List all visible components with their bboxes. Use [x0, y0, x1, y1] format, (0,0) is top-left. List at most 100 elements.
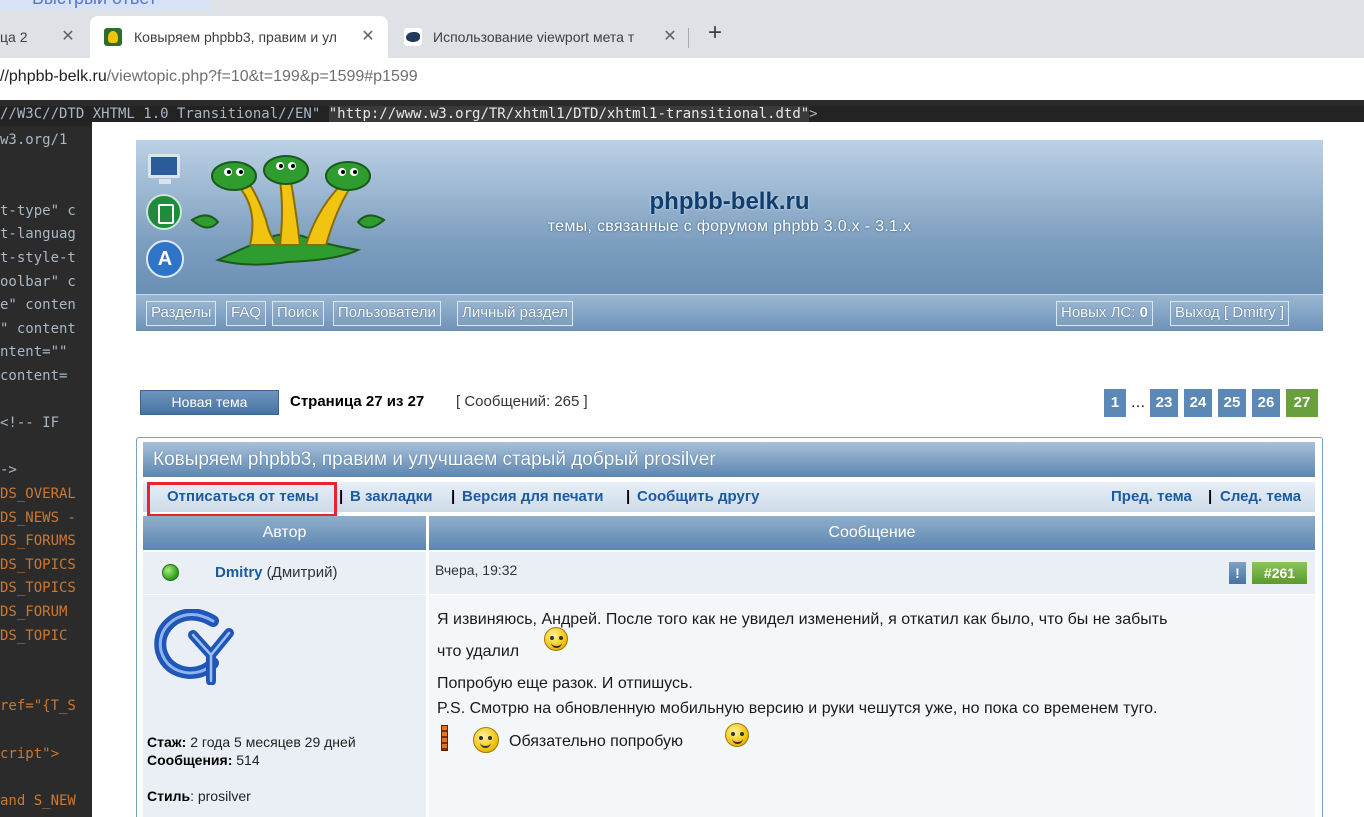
close-icon[interactable]: ✕	[360, 29, 376, 45]
tab-bar: ца 2 ✕ Ковыряем phpbb3, правим и ул ✕ Ис…	[0, 10, 1364, 58]
bookmark-strip: Быстрый ответ	[0, 0, 1364, 10]
page-link-23[interactable]: 23	[1150, 389, 1178, 417]
nav-forums[interactable]: Разделы	[146, 301, 217, 326]
source-line: e" conten	[0, 297, 76, 314]
nav-faq[interactable]: FAQ	[226, 301, 267, 326]
post-number-link[interactable]: #261	[1252, 562, 1307, 584]
source-line: w3.org/1	[0, 132, 68, 148]
tongue-smiley-icon	[473, 727, 499, 753]
page-current: 27	[365, 393, 383, 410]
smiley-icon	[544, 627, 568, 651]
pm-label: Новых ЛС:	[1061, 304, 1140, 321]
post-line-2: что удалил	[437, 643, 520, 660]
tab-title: ца 2	[0, 29, 28, 45]
online-status-icon	[162, 564, 179, 581]
page-link-26[interactable]: 26	[1252, 389, 1280, 417]
prev-topic-link[interactable]: Пред. тема	[1111, 488, 1192, 505]
topic-box: Ковыряем phpbb3, правим и улучшаем стары…	[136, 437, 1323, 817]
nav-bar: Разделы FAQ Поиск Пользователи Личный ра…	[136, 294, 1323, 331]
new-topic-button[interactable]: Новая тема	[140, 390, 279, 415]
tenure-label: Стаж:	[147, 734, 187, 750]
new-tab-button[interactable]: +	[703, 21, 727, 46]
page-link-25[interactable]: 25	[1218, 389, 1246, 417]
print-view-link[interactable]: Версия для печати	[462, 488, 603, 505]
page-ellipsis: …	[1130, 394, 1146, 411]
nav-search[interactable]: Поиск	[272, 301, 324, 326]
profile-tenure: Стаж: 2 года 5 месяцев 29 дней	[147, 734, 356, 750]
separator: |	[451, 488, 456, 505]
close-icon[interactable]: ✕	[662, 29, 678, 45]
quick-reply-text[interactable]: Быстрый ответ	[32, 0, 157, 9]
tab-page-2[interactable]: ца 2 ✕	[0, 16, 88, 58]
bird-favicon-icon	[404, 28, 422, 46]
topic-title[interactable]: Ковыряем phpbb3, правим и улучшаем стары…	[153, 449, 716, 471]
nav-members[interactable]: Пользователи	[333, 301, 441, 326]
column-author-header: Автор	[143, 516, 426, 550]
author-nick-link[interactable]: Dmitry	[215, 564, 263, 581]
message-count: [ Сообщений: 265 ]	[456, 393, 588, 410]
forum-page: A phpbb-belk.ru темы, связанные с форумо…	[92, 122, 1364, 817]
tab-separator	[688, 28, 689, 48]
progress-bar-icon	[441, 725, 448, 751]
site-header: A phpbb-belk.ru темы, связанные с форумо…	[136, 140, 1323, 331]
bookmark-link[interactable]: В закладки	[350, 488, 432, 505]
post-line-4: P.S. Смотрю на обновленную мобильную вер…	[437, 700, 1158, 717]
header-icons: A	[144, 152, 186, 282]
author-profile: Стаж: 2 года 5 месяцев 29 дней Сообщения…	[143, 595, 426, 817]
source-line: t-languag	[0, 226, 76, 243]
topic-controls: Новая тема Страница 27 из 27 [ Сообщений…	[140, 389, 1320, 417]
separator: |	[339, 488, 344, 505]
post-line-5: Обязательно попробую	[509, 733, 684, 750]
page-link-24[interactable]: 24	[1184, 389, 1212, 417]
next-topic-link[interactable]: След. тема	[1220, 488, 1301, 505]
post-body: Я извиняюсь, Андрей. После того как не у…	[429, 595, 1315, 817]
post-author-header: Dmitry (Дмитрий)	[143, 552, 426, 594]
profile-posts: Сообщения: 514	[147, 752, 260, 768]
page-info-mid: из	[382, 393, 408, 410]
topic-title-bar: Ковыряем phpbb3, правим и улучшаем стары…	[143, 442, 1315, 477]
nav-logout[interactable]: Выход [ Dmitry ]	[1170, 301, 1290, 326]
page-total: 27	[407, 393, 425, 410]
column-message-header: Сообщение	[429, 516, 1315, 550]
url-text[interactable]: //phpbb-belk.ru/viewtopic.php?f=10&t=199…	[0, 68, 418, 86]
avatar[interactable]	[153, 609, 237, 685]
posts-label: Сообщения:	[147, 752, 233, 768]
a-letter-icon[interactable]: A	[146, 240, 184, 278]
source-line: <!-- IF	[0, 415, 60, 432]
source-line: ntent=""	[0, 344, 68, 361]
author-real-name: (Дмитрий)	[262, 564, 338, 581]
source-line: DS_FORUM	[0, 604, 68, 620]
source-line: ref="{T_S	[0, 698, 76, 715]
tab-viewport-article[interactable]: Использование viewport мета т ✕	[390, 16, 690, 58]
pagination: 1 … 23 24 25 26 27	[1104, 389, 1320, 417]
source-line: cript">	[0, 745, 60, 762]
url-host: //phpbb-belk.ru	[0, 68, 107, 85]
site-title[interactable]: phpbb-belk.ru	[136, 188, 1323, 216]
post-line-1: Я извиняюсь, Андрей. После того как не у…	[437, 611, 1168, 628]
style-label: Стиль	[147, 788, 191, 804]
source-line: and S_NEW	[0, 792, 76, 809]
post-message-header: Вчера, 19:32 ! #261	[429, 552, 1315, 594]
post-date: Вчера, 19:32	[435, 562, 518, 578]
email-friend-link[interactable]: Сообщить другу	[637, 488, 759, 505]
source-line: DS_OVERAL	[0, 486, 76, 502]
posts-value: 514	[232, 752, 260, 768]
separator: |	[626, 488, 631, 505]
address-bar[interactable]: //phpbb-belk.ru/viewtopic.php?f=10&t=199…	[0, 58, 1364, 100]
thumbs-smiley-icon	[725, 723, 749, 747]
source-line: " content	[0, 320, 76, 337]
nav-private-messages[interactable]: Новых ЛС: 0	[1056, 301, 1153, 326]
close-icon[interactable]: ✕	[60, 29, 76, 45]
tab-active-topic[interactable]: Ковыряем phpbb3, правим и ул ✕	[90, 16, 388, 58]
source-line: t-style-t	[0, 250, 76, 266]
monitor-icon[interactable]	[148, 154, 180, 184]
nav-ucp[interactable]: Личный раздел	[457, 301, 574, 326]
source-line: DS_FORUMS	[0, 533, 76, 550]
source-line: content=	[0, 368, 68, 384]
page-link-1[interactable]: 1	[1104, 389, 1126, 417]
post-author: Dmitry (Дмитрий)	[215, 564, 338, 581]
page-info: Страница 27 из 27	[290, 393, 424, 410]
report-post-button[interactable]: !	[1229, 562, 1246, 584]
source-line: DS_NEWS -	[0, 509, 76, 526]
dragon-favicon-icon	[104, 28, 122, 46]
